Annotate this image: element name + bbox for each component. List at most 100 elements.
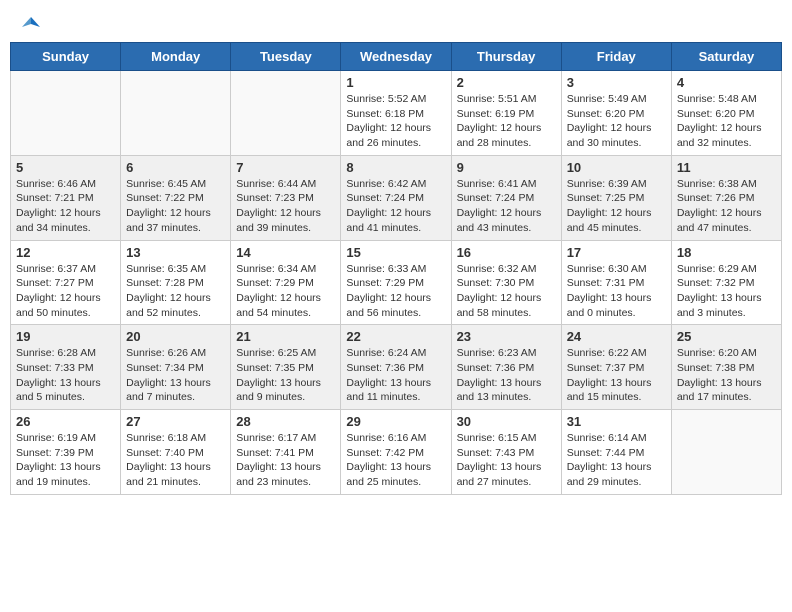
day-number: 23 <box>457 329 556 344</box>
calendar-day-cell: 31 Sunrise: 6:14 AM Sunset: 7:44 PM Dayli… <box>561 410 671 495</box>
calendar-day-cell: 2Sunrise: 5:51 AM Sunset: 6:19 PM Daylig… <box>451 71 561 156</box>
day-number: 16 <box>457 245 556 260</box>
calendar-day-cell: 18 Sunrise: 6:29 AM Sunset: 7:32 PM Dayli… <box>671 240 781 325</box>
calendar-day-header: Sunday <box>11 43 121 71</box>
day-number: 24 <box>567 329 666 344</box>
day-info: Sunrise: 6:25 AM Sunset: 7:35 PM Dayligh… <box>236 346 335 405</box>
calendar-day-cell: 4 Sunrise: 5:48 AM Sunset: 6:20 PM Daylig… <box>671 71 781 156</box>
calendar-day-cell: 27Sunrise: 6:18 AM Sunset: 7:40 PM Dayli… <box>121 410 231 495</box>
calendar-day-cell <box>11 71 121 156</box>
day-info: Sunrise: 6:41 AM Sunset: 7:24 PM Dayligh… <box>457 177 556 236</box>
calendar-day-cell: 17 Sunrise: 6:30 AM Sunset: 7:31 PM Dayli… <box>561 240 671 325</box>
day-info: Sunrise: 6:18 AM Sunset: 7:40 PM Dayligh… <box>126 431 225 490</box>
calendar-day-cell: 20 Sunrise: 6:26 AM Sunset: 7:34 PM Dayli… <box>121 325 231 410</box>
day-number: 31 <box>567 414 666 429</box>
day-info: Sunrise: 6:24 AM Sunset: 7:36 PM Dayligh… <box>346 346 445 405</box>
calendar-day-cell: 3Sunrise: 5:49 AM Sunset: 6:20 PM Daylig… <box>561 71 671 156</box>
calendar-day-cell: 26 Sunrise: 6:19 AM Sunset: 7:39 PM Dayli… <box>11 410 121 495</box>
day-info: Sunrise: 6:37 AM Sunset: 7:27 PM Dayligh… <box>16 262 115 321</box>
calendar-week-row: 19 Sunrise: 6:28 AM Sunset: 7:33 PM Dayli… <box>11 325 782 410</box>
calendar-day-cell: 15 Sunrise: 6:33 AM Sunset: 7:29 PM Dayli… <box>341 240 451 325</box>
day-number: 21 <box>236 329 335 344</box>
calendar-week-row: 12 Sunrise: 6:37 AM Sunset: 7:27 PM Dayli… <box>11 240 782 325</box>
calendar-day-cell: 6Sunrise: 6:45 AM Sunset: 7:22 PM Daylig… <box>121 155 231 240</box>
day-number: 18 <box>677 245 776 260</box>
calendar-day-cell: 1 Sunrise: 5:52 AM Sunset: 6:18 PM Daylig… <box>341 71 451 156</box>
day-number: 11 <box>677 160 776 175</box>
day-number: 19 <box>16 329 115 344</box>
day-number: 26 <box>16 414 115 429</box>
logo <box>20 15 42 29</box>
calendar-day-header: Thursday <box>451 43 561 71</box>
calendar-day-cell: 13 Sunrise: 6:35 AM Sunset: 7:28 PM Dayli… <box>121 240 231 325</box>
day-info: Sunrise: 6:22 AM Sunset: 7:37 PM Dayligh… <box>567 346 666 405</box>
day-number: 13 <box>126 245 225 260</box>
calendar-day-cell <box>671 410 781 495</box>
calendar-day-cell: 14 Sunrise: 6:34 AM Sunset: 7:29 PM Dayli… <box>231 240 341 325</box>
calendar-day-cell: 25Sunrise: 6:20 AM Sunset: 7:38 PM Dayli… <box>671 325 781 410</box>
day-info: Sunrise: 5:49 AM Sunset: 6:20 PM Dayligh… <box>567 92 666 151</box>
calendar-day-cell: 11 Sunrise: 6:38 AM Sunset: 7:26 PM Dayli… <box>671 155 781 240</box>
day-info: Sunrise: 6:44 AM Sunset: 7:23 PM Dayligh… <box>236 177 335 236</box>
calendar-day-cell: 19 Sunrise: 6:28 AM Sunset: 7:33 PM Dayli… <box>11 325 121 410</box>
calendar-day-cell: 22Sunrise: 6:24 AM Sunset: 7:36 PM Dayli… <box>341 325 451 410</box>
calendar-day-header: Wednesday <box>341 43 451 71</box>
calendar-day-cell <box>121 71 231 156</box>
calendar-week-row: 1 Sunrise: 5:52 AM Sunset: 6:18 PM Daylig… <box>11 71 782 156</box>
day-number: 17 <box>567 245 666 260</box>
day-number: 15 <box>346 245 445 260</box>
calendar-day-header: Saturday <box>671 43 781 71</box>
calendar-day-cell <box>231 71 341 156</box>
day-info: Sunrise: 6:14 AM Sunset: 7:44 PM Dayligh… <box>567 431 666 490</box>
calendar-day-cell: 7Sunrise: 6:44 AM Sunset: 7:23 PM Daylig… <box>231 155 341 240</box>
day-info: Sunrise: 6:35 AM Sunset: 7:28 PM Dayligh… <box>126 262 225 321</box>
calendar-day-cell: 30 Sunrise: 6:15 AM Sunset: 7:43 PM Dayli… <box>451 410 561 495</box>
day-info: Sunrise: 6:16 AM Sunset: 7:42 PM Dayligh… <box>346 431 445 490</box>
day-info: Sunrise: 6:15 AM Sunset: 7:43 PM Dayligh… <box>457 431 556 490</box>
day-number: 8 <box>346 160 445 175</box>
day-info: Sunrise: 6:32 AM Sunset: 7:30 PM Dayligh… <box>457 262 556 321</box>
day-info: Sunrise: 5:52 AM Sunset: 6:18 PM Dayligh… <box>346 92 445 151</box>
day-info: Sunrise: 6:33 AM Sunset: 7:29 PM Dayligh… <box>346 262 445 321</box>
calendar-day-cell: 23 Sunrise: 6:23 AM Sunset: 7:36 PM Dayli… <box>451 325 561 410</box>
calendar-day-cell: 16 Sunrise: 6:32 AM Sunset: 7:30 PM Dayli… <box>451 240 561 325</box>
day-number: 5 <box>16 160 115 175</box>
calendar-day-header: Monday <box>121 43 231 71</box>
calendar-day-cell: 5 Sunrise: 6:46 AM Sunset: 7:21 PM Daylig… <box>11 155 121 240</box>
day-info: Sunrise: 6:23 AM Sunset: 7:36 PM Dayligh… <box>457 346 556 405</box>
calendar-day-header: Tuesday <box>231 43 341 71</box>
calendar-day-cell: 8Sunrise: 6:42 AM Sunset: 7:24 PM Daylig… <box>341 155 451 240</box>
day-number: 10 <box>567 160 666 175</box>
day-info: Sunrise: 6:28 AM Sunset: 7:33 PM Dayligh… <box>16 346 115 405</box>
day-info: Sunrise: 6:20 AM Sunset: 7:38 PM Dayligh… <box>677 346 776 405</box>
day-number: 20 <box>126 329 225 344</box>
day-number: 14 <box>236 245 335 260</box>
day-info: Sunrise: 5:51 AM Sunset: 6:19 PM Dayligh… <box>457 92 556 151</box>
day-info: Sunrise: 6:38 AM Sunset: 7:26 PM Dayligh… <box>677 177 776 236</box>
logo-bird-icon <box>22 15 40 33</box>
day-number: 12 <box>16 245 115 260</box>
day-number: 29 <box>346 414 445 429</box>
calendar-day-cell: 29 Sunrise: 6:16 AM Sunset: 7:42 PM Dayli… <box>341 410 451 495</box>
day-info: Sunrise: 6:19 AM Sunset: 7:39 PM Dayligh… <box>16 431 115 490</box>
calendar-week-row: 5 Sunrise: 6:46 AM Sunset: 7:21 PM Daylig… <box>11 155 782 240</box>
day-info: Sunrise: 6:46 AM Sunset: 7:21 PM Dayligh… <box>16 177 115 236</box>
calendar-week-row: 26 Sunrise: 6:19 AM Sunset: 7:39 PM Dayli… <box>11 410 782 495</box>
day-info: Sunrise: 6:29 AM Sunset: 7:32 PM Dayligh… <box>677 262 776 321</box>
calendar-day-cell: 28Sunrise: 6:17 AM Sunset: 7:41 PM Dayli… <box>231 410 341 495</box>
calendar-day-cell: 21 Sunrise: 6:25 AM Sunset: 7:35 PM Dayli… <box>231 325 341 410</box>
day-info: Sunrise: 6:30 AM Sunset: 7:31 PM Dayligh… <box>567 262 666 321</box>
calendar-table: SundayMondayTuesdayWednesdayThursdayFrid… <box>10 42 782 495</box>
calendar-day-header: Friday <box>561 43 671 71</box>
day-info: Sunrise: 6:39 AM Sunset: 7:25 PM Dayligh… <box>567 177 666 236</box>
day-info: Sunrise: 6:17 AM Sunset: 7:41 PM Dayligh… <box>236 431 335 490</box>
day-info: Sunrise: 6:34 AM Sunset: 7:29 PM Dayligh… <box>236 262 335 321</box>
day-info: Sunrise: 5:48 AM Sunset: 6:20 PM Dayligh… <box>677 92 776 151</box>
day-number: 4 <box>677 75 776 90</box>
day-number: 30 <box>457 414 556 429</box>
day-number: 1 <box>346 75 445 90</box>
day-info: Sunrise: 6:26 AM Sunset: 7:34 PM Dayligh… <box>126 346 225 405</box>
calendar-header-row: SundayMondayTuesdayWednesdayThursdayFrid… <box>11 43 782 71</box>
calendar-day-cell: 24 Sunrise: 6:22 AM Sunset: 7:37 PM Dayli… <box>561 325 671 410</box>
day-info: Sunrise: 6:45 AM Sunset: 7:22 PM Dayligh… <box>126 177 225 236</box>
